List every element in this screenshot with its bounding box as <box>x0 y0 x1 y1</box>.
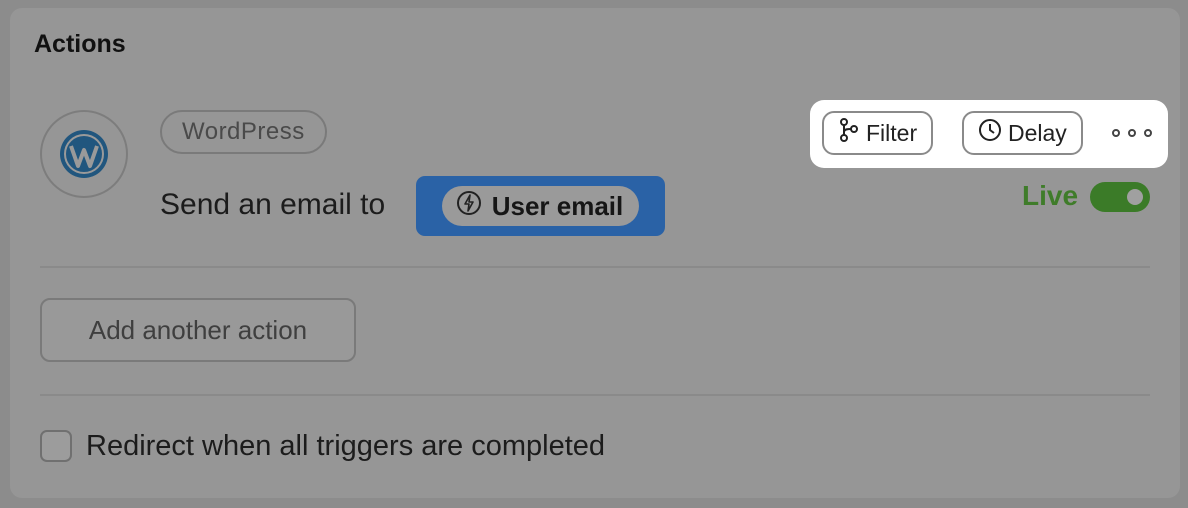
action-description: Send an email to <box>160 188 386 221</box>
divider <box>40 266 1150 268</box>
delay-button[interactable]: Delay <box>962 111 1083 155</box>
user-email-token[interactable]: User email <box>416 176 665 236</box>
delay-label: Delay <box>1008 119 1067 146</box>
more-options-icon[interactable] <box>1112 122 1152 144</box>
live-toggle[interactable] <box>1090 182 1150 212</box>
live-status-label: Live <box>1022 180 1079 211</box>
action-toolbar: Filter Delay <box>810 100 1168 168</box>
token-label: User email <box>491 190 624 221</box>
git-branch-icon <box>838 118 860 148</box>
actions-card: Actions WordPress Send an email to User … <box>10 8 1180 498</box>
add-action-button[interactable]: Add another action <box>40 298 356 362</box>
lightning-bolt-icon <box>456 190 482 223</box>
filter-label: Filter <box>866 119 918 146</box>
wordpress-logo-icon <box>40 110 128 198</box>
token-pill[interactable]: User email <box>441 186 640 226</box>
section-title: Actions <box>34 30 126 58</box>
platform-badge: WordPress <box>160 110 327 154</box>
redirect-checkbox[interactable] <box>40 430 72 462</box>
redirect-label: Redirect when all triggers are completed <box>86 430 606 462</box>
toggle-knob <box>1127 189 1143 205</box>
clock-icon <box>978 118 1002 148</box>
filter-button[interactable]: Filter <box>822 111 934 155</box>
divider <box>40 394 1150 396</box>
